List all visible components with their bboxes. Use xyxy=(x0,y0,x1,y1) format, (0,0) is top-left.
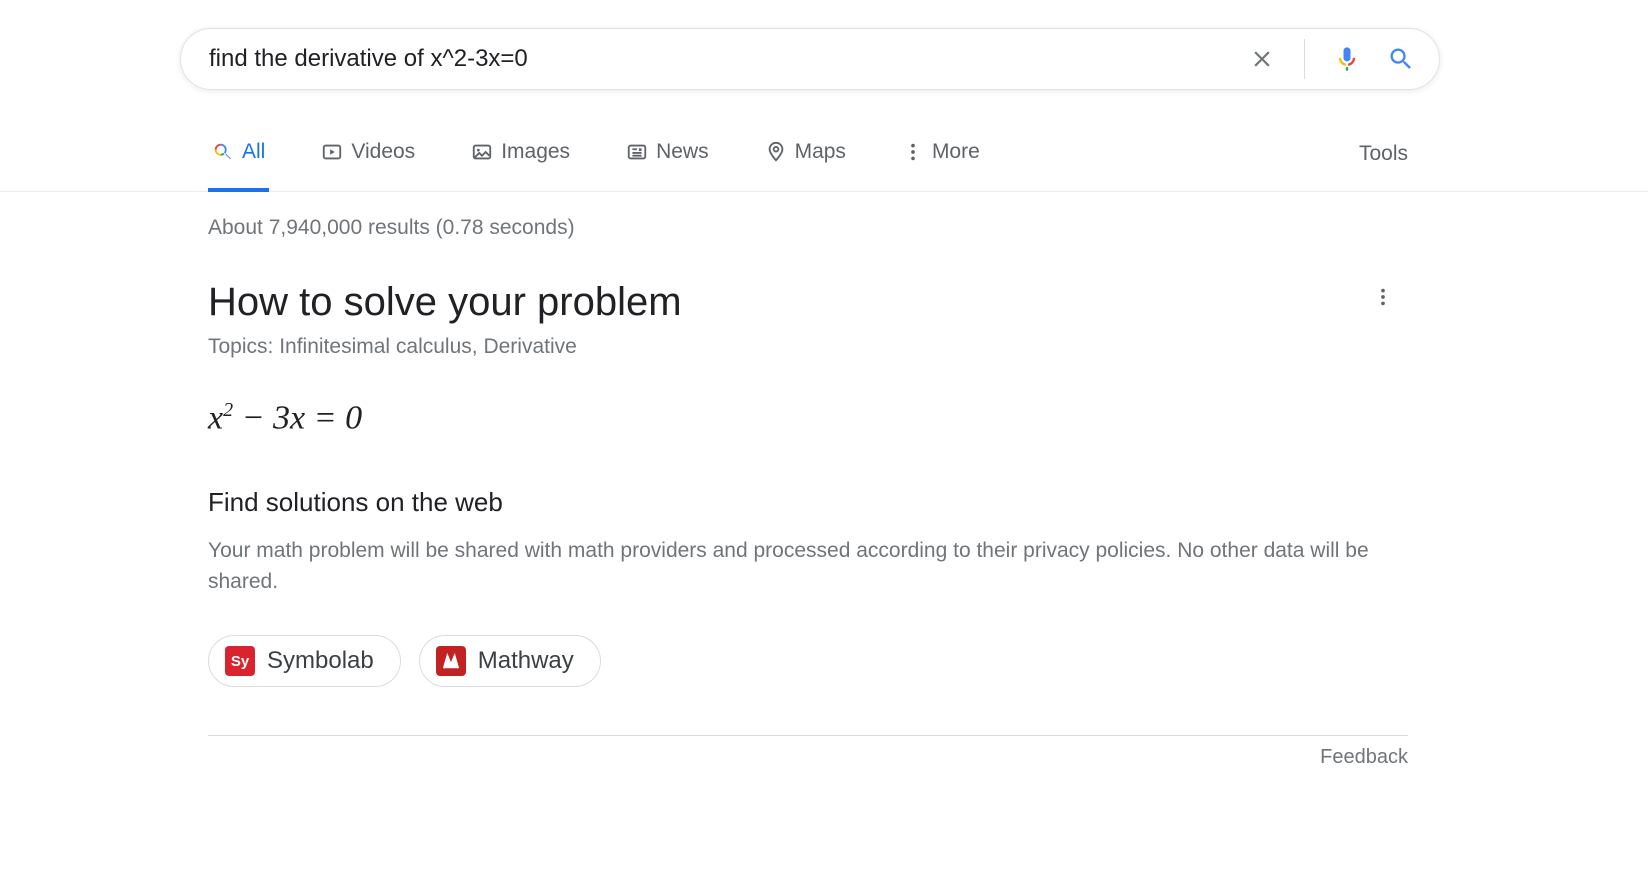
image-icon xyxy=(471,141,493,163)
tab-label: News xyxy=(656,140,709,164)
solver-card-header: How to solve your problem xyxy=(208,280,1440,325)
solver-topics: Topics: Infinitesimal calculus, Derivati… xyxy=(208,335,1440,359)
video-icon xyxy=(321,141,343,163)
feedback-row: Feedback xyxy=(208,735,1408,769)
feedback-link[interactable]: Feedback xyxy=(1320,746,1408,769)
tab-more[interactable]: More xyxy=(898,132,984,192)
search-input[interactable] xyxy=(209,45,1244,73)
provider-label: Symbolab xyxy=(267,647,374,675)
provider-chips: Sy Symbolab Mathway xyxy=(208,635,1440,687)
tab-videos[interactable]: Videos xyxy=(317,132,419,192)
tab-all[interactable]: All xyxy=(208,132,269,192)
tools-label: Tools xyxy=(1359,142,1408,166)
tab-maps[interactable]: Maps xyxy=(761,132,850,192)
tab-images[interactable]: Images xyxy=(467,132,574,192)
search-bar xyxy=(180,28,1440,90)
tab-label: Maps xyxy=(795,140,846,164)
provider-mathway[interactable]: Mathway xyxy=(419,635,601,687)
result-stats: About 7,940,000 results (0.78 seconds) xyxy=(208,216,1440,240)
privacy-disclaimer: Your math problem will be shared with ma… xyxy=(208,536,1408,597)
tab-label: All xyxy=(242,140,265,164)
tab-label: Videos xyxy=(351,140,415,164)
tools-link[interactable]: Tools xyxy=(1359,132,1408,192)
equation-display: x2 − 3x = 0 xyxy=(208,399,1440,437)
tab-news[interactable]: News xyxy=(622,132,713,192)
mathway-icon xyxy=(436,646,466,676)
search-bar-icons xyxy=(1244,39,1419,79)
provider-symbolab[interactable]: Sy Symbolab xyxy=(208,635,401,687)
tab-label: Images xyxy=(501,140,570,164)
provider-label: Mathway xyxy=(478,647,574,675)
separator xyxy=(1304,39,1305,79)
results-content: About 7,940,000 results (0.78 seconds) H… xyxy=(0,192,1440,769)
search-icon[interactable] xyxy=(1383,41,1419,77)
search-tabs: All Videos Images News Maps More Tools xyxy=(0,132,1648,192)
solver-title: How to solve your problem xyxy=(208,280,682,325)
search-bar-container xyxy=(0,0,1648,90)
news-icon xyxy=(626,141,648,163)
search-multicolor-icon xyxy=(212,141,234,163)
more-vertical-icon xyxy=(902,141,924,163)
solutions-subhead: Find solutions on the web xyxy=(208,487,1440,518)
symbolab-icon: Sy xyxy=(225,646,255,676)
voice-search-icon[interactable] xyxy=(1329,41,1365,77)
clear-icon[interactable] xyxy=(1244,41,1280,77)
map-pin-icon xyxy=(765,141,787,163)
card-more-icon[interactable] xyxy=(1366,280,1400,319)
tab-label: More xyxy=(932,140,980,164)
